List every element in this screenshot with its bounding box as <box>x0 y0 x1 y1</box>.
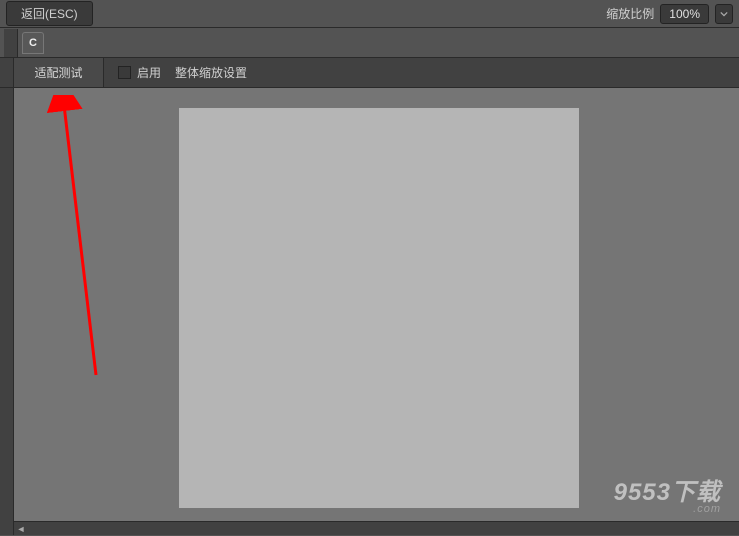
main-left-gutter <box>0 88 14 535</box>
horizontal-scrollbar[interactable]: ◄ <box>14 521 739 535</box>
zoom-section: 缩放比例 100% <box>606 4 733 24</box>
zoom-dropdown-button[interactable] <box>715 4 733 24</box>
tab-bar: C <box>0 28 739 58</box>
enable-checkbox-label: 启用 <box>137 64 161 81</box>
top-bar: 返回(ESC) 缩放比例 100% <box>0 0 739 28</box>
enable-checkbox[interactable] <box>118 66 131 79</box>
tab-c[interactable]: C <box>22 32 44 54</box>
scroll-left-arrow-icon[interactable]: ◄ <box>14 522 28 536</box>
toolbar-options: 启用 整体缩放设置 <box>104 58 247 87</box>
global-zoom-settings-link[interactable]: 整体缩放设置 <box>175 64 247 81</box>
tab-bar-gutter <box>4 29 18 57</box>
tab-row: C <box>18 29 739 57</box>
fit-test-button[interactable]: 适配测试 <box>14 58 104 87</box>
chevron-down-icon <box>720 11 728 17</box>
main-viewport <box>14 88 739 521</box>
toolbar: 适配测试 启用 整体缩放设置 <box>0 58 739 88</box>
zoom-ratio-label: 缩放比例 <box>606 5 654 22</box>
back-button[interactable]: 返回(ESC) <box>6 1 93 26</box>
zoom-value-input[interactable]: 100% <box>660 4 709 24</box>
toolbar-gutter <box>0 58 14 87</box>
canvas-stage[interactable] <box>179 108 579 508</box>
